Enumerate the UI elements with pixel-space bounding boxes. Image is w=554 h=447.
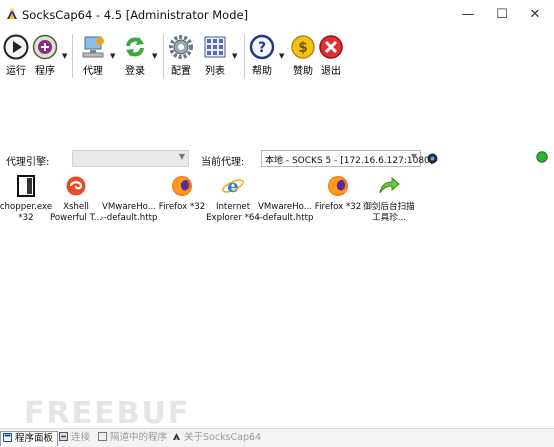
grid-list-icon	[204, 36, 226, 58]
dollar-coin-icon: $	[291, 35, 315, 59]
login-refresh-icon	[126, 37, 144, 57]
proxy-dropdown-icon[interactable]: ▼	[110, 52, 115, 60]
tab-label: 关于SocksCap64	[184, 432, 262, 443]
program-item[interactable]: Xshell Powerful T...	[47, 174, 105, 224]
program-button[interactable]: 程序	[28, 34, 62, 82]
maximize-button[interactable]: ☐	[487, 4, 517, 26]
help-dropdown-icon[interactable]: ▼	[279, 52, 284, 60]
tab-connections[interactable]: 连接	[57, 431, 90, 445]
status-bar: 程序面板 连接 隔道中的程序 关于SocksCap64	[0, 428, 554, 447]
toolbar-separator	[72, 34, 73, 78]
app-icon	[7, 8, 17, 19]
program-item[interactable]: 御剑后台扫描工具珍...	[360, 174, 418, 224]
program-label: Xshell Powerful T...	[50, 202, 102, 223]
list-label: 列表	[205, 66, 225, 77]
add-program-icon	[32, 34, 58, 60]
title-bar: SocksCap64 - 4.5 [Administrator Mode] — …	[0, 0, 554, 30]
proxy-info-icon[interactable]	[427, 153, 438, 164]
app-small-icon	[173, 433, 180, 440]
current-proxy-value: 本地 - SOCKS 5 - [172.16.6.127:1080]	[265, 156, 434, 166]
gear-icon	[169, 35, 193, 59]
firefox-icon	[172, 176, 192, 196]
program-label: Firefox *32	[158, 202, 206, 212]
list-dropdown-icon[interactable]: ▼	[232, 52, 237, 60]
program-label: VMwareHo... --default.http	[256, 202, 314, 223]
firefox-icon	[328, 176, 348, 196]
config-label: 配置	[171, 66, 191, 77]
minimize-button[interactable]: —	[453, 4, 483, 26]
login-button[interactable]: 登录	[118, 34, 152, 82]
tab-program-panel[interactable]: 程序面板	[0, 431, 59, 446]
program-label: Internet Explorer *64	[206, 202, 260, 223]
exit-x-icon	[319, 35, 343, 59]
program-item[interactable]: e Internet Explorer *64	[204, 174, 262, 224]
connection-icon	[59, 432, 68, 441]
program-label: Firefox *32	[314, 202, 362, 212]
svg-text:e: e	[227, 176, 238, 197]
close-button[interactable]: ✕	[520, 4, 550, 26]
program-item[interactable]: VMwareHo... --default.http	[100, 174, 158, 224]
proxy-engine-select[interactable]: ▼	[72, 150, 189, 167]
tab-label: 隔道中的程序	[110, 432, 168, 443]
svg-text:$: $	[298, 40, 308, 56]
toolbar: 运行 程序 ▼ 代理 ▼ 登录 ▼ 配置 列表 ▼ ? 帮助 ▼ $ 赞助 退出	[0, 30, 554, 84]
help-button[interactable]: ? 帮助	[245, 34, 279, 82]
watermark: FREEBUF	[24, 396, 191, 431]
proxy-button[interactable]: 代理	[76, 34, 110, 82]
program-label: 御剑后台扫描工具珍...	[363, 202, 415, 223]
chevron-down-icon: ▼	[178, 152, 185, 161]
config-button[interactable]: 配置	[164, 34, 198, 82]
proxy-label: 代理	[83, 66, 103, 77]
program-list: chopper.exe *32 Xshell Powerful T... VMw…	[0, 174, 554, 234]
program-item[interactable]: Firefox *32	[309, 174, 367, 213]
list-button[interactable]: 列表	[198, 34, 232, 82]
current-proxy-select[interactable]: 本地 - SOCKS 5 - [172.16.6.127:1080] ▼	[261, 150, 433, 167]
chopper-icon	[17, 175, 35, 197]
tab-about[interactable]: 关于SocksCap64	[170, 431, 261, 445]
chevron-down-icon: ▼	[410, 152, 417, 161]
login-label: 登录	[125, 66, 145, 77]
status-indicator-icon	[536, 151, 548, 163]
program-label: VMwareHo... --default.http	[100, 202, 158, 223]
exit-label: 退出	[321, 66, 341, 77]
window-icon	[98, 432, 107, 441]
current-proxy-label: 当前代理:	[201, 157, 245, 168]
proxy-computer-icon	[82, 36, 104, 58]
exit-button[interactable]: 退出	[314, 34, 348, 82]
ie-icon: e	[222, 176, 244, 197]
vmware-icon	[273, 174, 297, 198]
green-arrow-icon	[379, 176, 400, 194]
svg-text:?: ?	[258, 40, 266, 56]
program-dropdown-icon[interactable]: ▼	[62, 52, 67, 60]
proxy-bar: 代理引擎: ▼ 当前代理: 本地 - SOCKS 5 - [172.16.6.1…	[0, 148, 554, 170]
program-label: 程序	[35, 66, 55, 77]
tab-label: 连接	[71, 432, 91, 443]
help-icon: ?	[249, 34, 275, 60]
tab-label: 程序面板	[15, 433, 54, 444]
tab-running-programs[interactable]: 隔道中的程序	[96, 431, 167, 445]
login-dropdown-icon[interactable]: ▼	[152, 52, 157, 60]
help-label: 帮助	[252, 66, 272, 77]
panel-icon	[3, 433, 12, 442]
proxy-engine-label: 代理引擎:	[6, 157, 50, 168]
play-icon	[3, 34, 29, 60]
vmware-icon	[117, 174, 141, 198]
program-item[interactable]: Firefox *32	[153, 174, 211, 213]
program-item[interactable]: VMwareHo... --default.http	[256, 174, 314, 224]
xshell-icon	[66, 176, 86, 196]
window-title: SocksCap64 - 4.5 [Administrator Mode]	[22, 8, 249, 22]
